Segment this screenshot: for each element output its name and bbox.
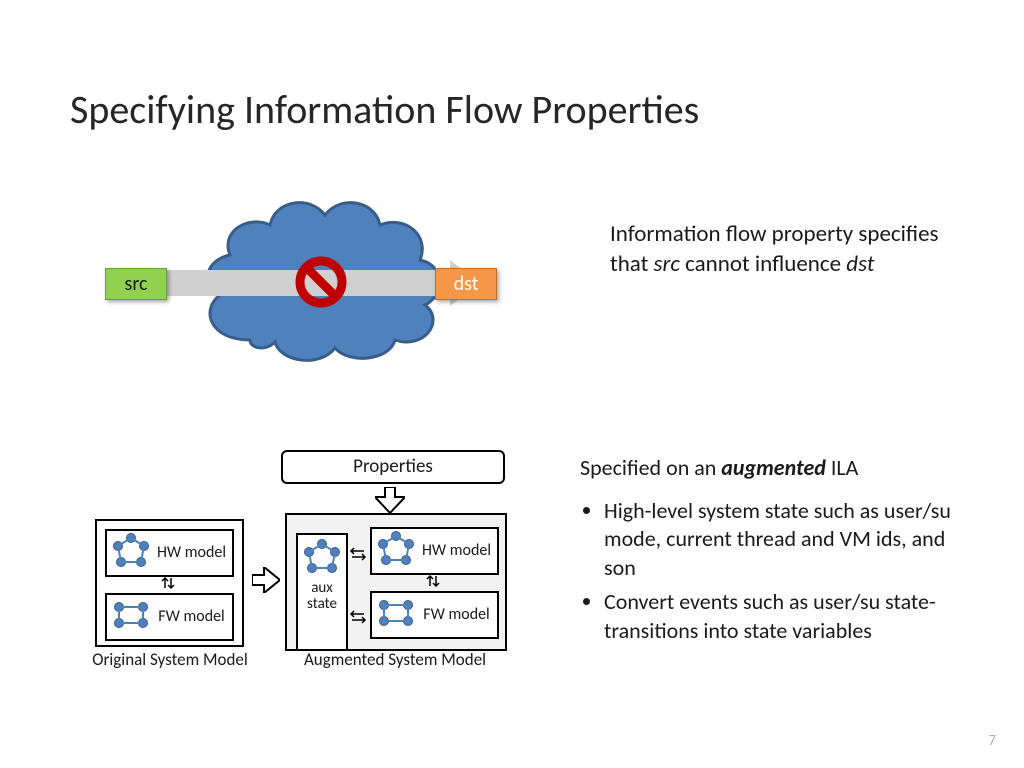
page-title: Specifying Information Flow Properties — [70, 85, 699, 134]
dst-box: dst — [435, 268, 497, 300]
hw-model-label: HW model — [420, 543, 497, 560]
aux-state-box: aux state — [296, 533, 348, 651]
top-diagram: src dst — [95, 190, 550, 380]
graph-icon — [377, 531, 415, 572]
bullet-list: High-level system state such as user/su … — [604, 497, 980, 646]
graph-icon — [112, 599, 150, 636]
graph-icon — [112, 533, 150, 574]
swap-vert-icon — [426, 573, 440, 589]
top-description: Information flow property specifies that… — [610, 220, 950, 280]
list-item: High-level system state such as user/su … — [604, 497, 980, 583]
fw-model-label: FW model — [155, 609, 232, 626]
augmented-system-model: aux state HW model — [285, 513, 507, 651]
augmented-caption: Augmented System Model — [275, 649, 515, 670]
fw-model-label: FW model — [420, 607, 497, 624]
right-arrow-icon — [252, 567, 280, 593]
text-fragment: cannot influence — [680, 250, 846, 278]
hw-model-box: HW model — [370, 527, 499, 575]
list-item: Convert events such as user/su state-tra… — [604, 588, 980, 645]
text-fragment: Specified on an — [580, 454, 721, 481]
properties-box: Properties — [281, 450, 505, 484]
hw-model-label: HW model — [155, 545, 232, 562]
swap-vert-icon — [161, 575, 175, 591]
prohibition-icon — [295, 256, 347, 308]
graph-icon — [377, 597, 415, 634]
text-fragment: ILA — [826, 454, 859, 481]
dst-italic: dst — [846, 250, 874, 278]
original-system-model: HW model FW model — [95, 519, 244, 647]
augmented-bold: augmented — [721, 454, 826, 481]
fw-model-box: FW model — [105, 593, 234, 641]
page-number: 7 — [988, 732, 996, 750]
slide: Specifying Information Flow Properties s… — [0, 0, 1024, 768]
graph-icon — [303, 539, 341, 577]
lower-description: Specified on an augmented ILA High-level… — [580, 454, 980, 652]
original-caption: Original System Model — [85, 649, 255, 670]
swap-horiz-icon — [349, 547, 367, 561]
src-italic: src — [654, 250, 680, 278]
down-arrow-icon — [375, 487, 405, 513]
src-box: src — [105, 268, 167, 300]
swap-horiz-icon — [349, 610, 367, 624]
fw-model-box: FW model — [370, 591, 499, 639]
aux-state-label: aux state — [298, 581, 346, 613]
hw-model-box: HW model — [105, 529, 234, 577]
